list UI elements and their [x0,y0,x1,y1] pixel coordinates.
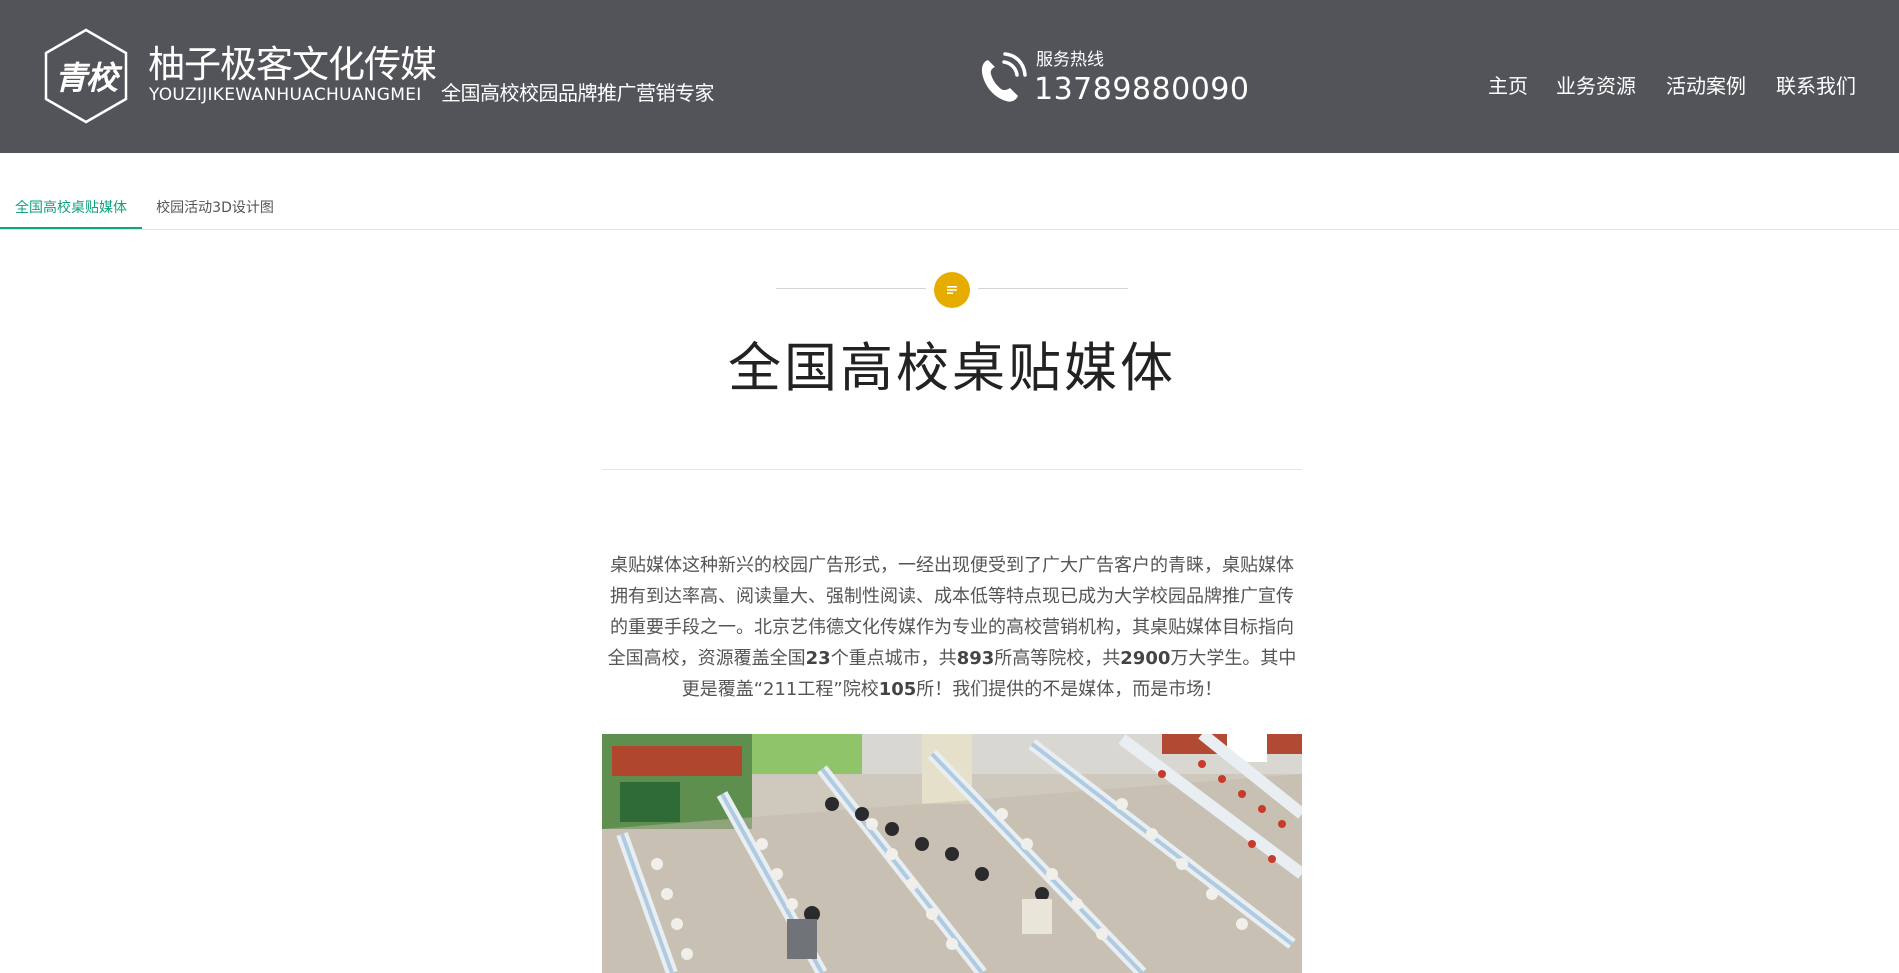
title-rule-right [978,288,1128,289]
title-rule-left [776,288,926,289]
nav-home[interactable]: 主页 [1488,74,1528,98]
tab-campus-3d-design[interactable]: 校园活动3D设计图 [150,187,280,229]
title-badge [934,272,970,308]
article-text: 所高等院校，共 [994,648,1121,669]
document-lines-icon [947,286,957,294]
school-count: 893 [956,648,995,669]
brand-slogan: 全国高校校园品牌推广营销专家 [441,81,715,105]
logo-text: 青校 [54,59,118,97]
nav-business-resources[interactable]: 业务资源 [1556,74,1636,98]
site-header: 青校 柚子极客文化传媒 YOUZIJIKEWANHUACHUANGMEI 全国高… [0,0,1899,153]
title-divider [602,469,1302,470]
nav-contact-us[interactable]: 联系我们 [1776,74,1856,98]
brand-pinyin: YOUZIJIKEWANHUACHUANGMEI [149,85,422,105]
nav-activity-cases[interactable]: 活动案例 [1666,74,1746,98]
student-count: 2900 [1120,648,1171,669]
logo[interactable]: 青校 [43,28,129,124]
article-text: 个重点城市，共 [830,648,957,669]
hotline-label: 服务热线 [1036,50,1104,70]
brand-name: 柚子极客文化传媒 [148,43,437,86]
page-title: 全国高校桌贴媒体 [728,338,1176,399]
hotline-number[interactable]: 13789880090 [1034,72,1249,108]
article-text: 所！我们提供的不是媒体，而是市场！ [916,679,1223,700]
article-paragraph: 桌贴媒体这种新兴的校园广告形式，一经出现便受到了广大广告客户的青睐，桌贴媒体拥有… [606,550,1298,705]
project-211-count: 105 [878,679,917,700]
city-count: 23 [805,648,831,669]
phone-icon [974,44,1028,106]
tab-bar: 全国高校桌贴媒体 校园活动3D设计图 [0,187,1899,230]
tab-desk-sticker-media[interactable]: 全国高校桌贴媒体 [0,187,142,229]
cafeteria-photo [602,734,1302,973]
